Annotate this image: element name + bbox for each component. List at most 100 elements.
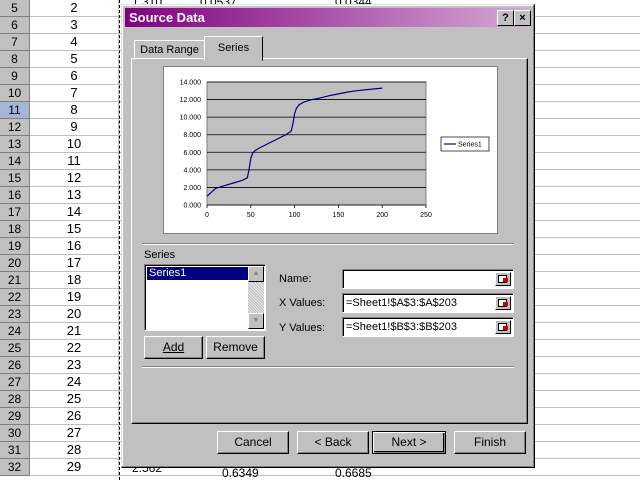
- row-header[interactable]: 12: [0, 119, 30, 136]
- x-tick-label: 250: [420, 212, 432, 219]
- cell-a[interactable]: 9: [30, 119, 119, 136]
- cancel-button[interactable]: Cancel: [217, 431, 289, 454]
- back-button[interactable]: < Back: [297, 431, 369, 454]
- cell-a[interactable]: 22: [30, 340, 119, 357]
- row-header[interactable]: 15: [0, 170, 30, 187]
- row-header[interactable]: 30: [0, 425, 30, 442]
- source-data-dialog: Source Data ? × Data Range Series 0.000 2…: [121, 4, 535, 468]
- cell-a[interactable]: 6: [30, 68, 119, 85]
- x-values-field[interactable]: =Sheet1!$A$3:$A$203: [342, 293, 514, 313]
- cell-a[interactable]: 8: [30, 102, 119, 119]
- row-header[interactable]: 18: [0, 221, 30, 238]
- row-header[interactable]: 28: [0, 391, 30, 408]
- cell-a[interactable]: 26: [30, 408, 119, 425]
- row-header[interactable]: 22: [0, 289, 30, 306]
- row-header[interactable]: 26: [0, 357, 30, 374]
- cell-a[interactable]: 16: [30, 238, 119, 255]
- row-header[interactable]: 11: [0, 102, 30, 119]
- chart-preview: 0.000 2.000 4.000 6.000 8.000 10.000 12.000 14.…: [163, 66, 498, 234]
- series-scrollbar[interactable]: ▲ ▼: [248, 266, 264, 329]
- y-tick-label: 2.000: [183, 185, 201, 192]
- collapse-dialog-icon[interactable]: [495, 296, 511, 310]
- x-tick-label: 100: [289, 212, 301, 219]
- cell-a[interactable]: 13: [30, 187, 119, 204]
- y-tick-label: 8.000: [183, 132, 201, 139]
- dialog-titlebar[interactable]: Source Data ? ×: [125, 8, 531, 27]
- cell-a[interactable]: 5: [30, 51, 119, 68]
- row-header[interactable]: 16: [0, 187, 30, 204]
- row-header[interactable]: 21: [0, 272, 30, 289]
- row-header[interactable]: 32: [0, 459, 30, 476]
- x-tick-label: 0: [205, 212, 209, 219]
- row-header[interactable]: 20: [0, 255, 30, 272]
- help-button[interactable]: ?: [497, 10, 514, 26]
- add-series-button[interactable]: Add: [144, 336, 203, 359]
- y-tick-label: 14.000: [180, 80, 202, 87]
- cell-a[interactable]: 3: [30, 17, 119, 34]
- cell-a[interactable]: 7: [30, 85, 119, 102]
- collapse-dialog-icon[interactable]: [495, 272, 511, 286]
- cell-a[interactable]: 25: [30, 391, 119, 408]
- cell-a[interactable]: 15: [30, 221, 119, 238]
- cell-a[interactable]: 14: [30, 204, 119, 221]
- cell-a[interactable]: 4: [30, 34, 119, 51]
- row-header[interactable]: 31: [0, 442, 30, 459]
- remove-series-label: Remove: [213, 340, 258, 354]
- x-values-label: X Values:: [279, 297, 326, 309]
- row-header[interactable]: 6: [0, 17, 30, 34]
- row-header[interactable]: 7: [0, 34, 30, 51]
- row-header[interactable]: 5: [0, 0, 30, 17]
- chart-svg: 0.000 2.000 4.000 6.000 8.000 10.000 12.000 14.…: [180, 80, 490, 219]
- cell-a[interactable]: 10: [30, 136, 119, 153]
- row-header[interactable]: 13: [0, 136, 30, 153]
- row-header[interactable]: 24: [0, 323, 30, 340]
- y-tick-label: 0.000: [183, 203, 201, 210]
- row-header[interactable]: 14: [0, 153, 30, 170]
- next-button[interactable]: Next >: [372, 431, 446, 454]
- close-button[interactable]: ×: [514, 10, 531, 26]
- cell-a[interactable]: 18: [30, 272, 119, 289]
- cell-a[interactable]: 20: [30, 306, 119, 323]
- row-header[interactable]: 25: [0, 340, 30, 357]
- row-header[interactable]: 29: [0, 408, 30, 425]
- cell-a[interactable]: 21: [30, 323, 119, 340]
- cell-a[interactable]: 29: [30, 459, 119, 476]
- cell-a[interactable]: 23: [30, 357, 119, 374]
- scroll-up-icon[interactable]: ▲: [248, 266, 264, 282]
- collapse-dialog-icon[interactable]: [495, 320, 511, 334]
- cell-a[interactable]: 27: [30, 425, 119, 442]
- name-field[interactable]: [342, 269, 514, 289]
- cell-a[interactable]: 19: [30, 289, 119, 306]
- row-header[interactable]: 9: [0, 68, 30, 85]
- y-tick-label: 12.000: [180, 97, 202, 104]
- scroll-down-icon[interactable]: ▼: [248, 313, 264, 329]
- cell-a[interactable]: 11: [30, 153, 119, 170]
- series-section-label: Series: [144, 249, 176, 261]
- row-header[interactable]: 19: [0, 238, 30, 255]
- y-values-field[interactable]: =Sheet1!$B$3:$B$203: [342, 317, 514, 337]
- row-header[interactable]: 10: [0, 85, 30, 102]
- row-header[interactable]: 8: [0, 51, 30, 68]
- finish-label: Finish: [473, 435, 506, 449]
- add-series-label: Add: [162, 340, 185, 354]
- x-tick-label: 200: [376, 212, 388, 219]
- cell-a[interactable]: 28: [30, 442, 119, 459]
- finish-button[interactable]: Finish: [454, 431, 526, 454]
- x-values-value: =Sheet1!$A$3:$A$203: [346, 297, 458, 309]
- row-header[interactable]: 17: [0, 204, 30, 221]
- series-listbox[interactable]: Series1 ▲ ▼: [144, 264, 266, 331]
- tab-data-range[interactable]: Data Range: [134, 40, 205, 60]
- cancel-label: Cancel: [234, 435, 272, 449]
- series-tab-panel: 0.000 2.000 4.000 6.000 8.000 10.000 12.000 14.…: [131, 58, 528, 424]
- tab-series[interactable]: Series: [204, 36, 263, 61]
- cell-a[interactable]: 24: [30, 374, 119, 391]
- remove-series-button[interactable]: Remove: [206, 336, 265, 359]
- cell-a[interactable]: 12: [30, 170, 119, 187]
- y-values-label: Y Values:: [279, 322, 326, 334]
- cell-a[interactable]: 2: [30, 0, 119, 17]
- row-header[interactable]: 27: [0, 374, 30, 391]
- cell-a[interactable]: 17: [30, 255, 119, 272]
- series-list-item[interactable]: Series1: [147, 267, 248, 280]
- y-values-value: =Sheet1!$B$3:$B$203: [346, 321, 458, 333]
- row-header[interactable]: 23: [0, 306, 30, 323]
